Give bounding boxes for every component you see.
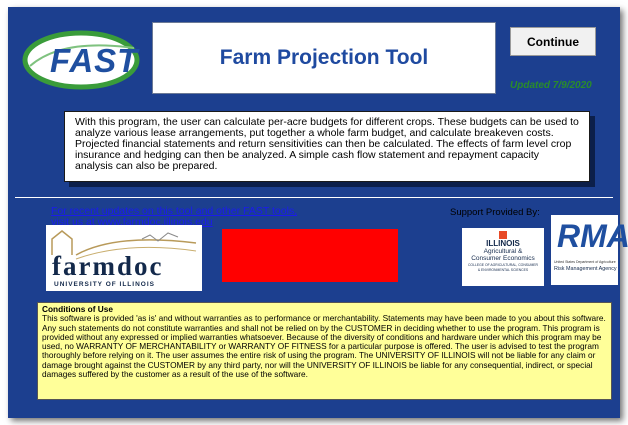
rma-line1: United States Department of Agriculture [554, 260, 616, 264]
description-box: With this program, the user can calculat… [64, 111, 590, 182]
illinois-block-i-icon [499, 231, 507, 239]
red-placeholder-block [222, 229, 398, 282]
farmdoc-logo: farmdoc UNIVERSITY OF ILLINOIS [46, 225, 202, 291]
farmdoc-university: UNIVERSITY OF ILLINOIS [54, 281, 155, 288]
support-label: Support Provided By: [450, 207, 540, 218]
illinois-name: ILLINOIS [486, 239, 520, 248]
title-box: Farm Projection Tool [152, 22, 496, 94]
fast-logo-text: FAST [50, 42, 139, 79]
illinois-ace-logo: ILLINOIS Agricultural & Consumer Economi… [462, 228, 544, 286]
illinois-college-line2: & ENVIRONMENTAL SCIENCES [477, 268, 529, 272]
updated-date: Updated 7/9/2020 [510, 80, 592, 91]
fast-logo: FAST [22, 30, 140, 90]
rma-logo-text: RMA [557, 218, 628, 254]
continue-button[interactable]: Continue [510, 27, 596, 56]
conditions-box: Conditions of Use This software is provi… [37, 302, 612, 400]
farmdoc-name: farmdoc [52, 251, 164, 281]
description-text: With this program, the user can calculat… [75, 116, 579, 172]
illinois-dept-line1: Agricultural & [483, 248, 523, 255]
app-frame: FAST Farm Projection Tool Continue Updat… [8, 7, 628, 418]
section-divider [15, 197, 613, 198]
rma-logo: RMA United States Department of Agricult… [551, 215, 628, 285]
rma-line2: Risk Management Agency [554, 266, 617, 272]
conditions-text: This software is provided 'as is' and wi… [42, 313, 606, 380]
page-title: Farm Projection Tool [219, 46, 429, 69]
illinois-dept-line2: Consumer Economics [471, 255, 535, 262]
